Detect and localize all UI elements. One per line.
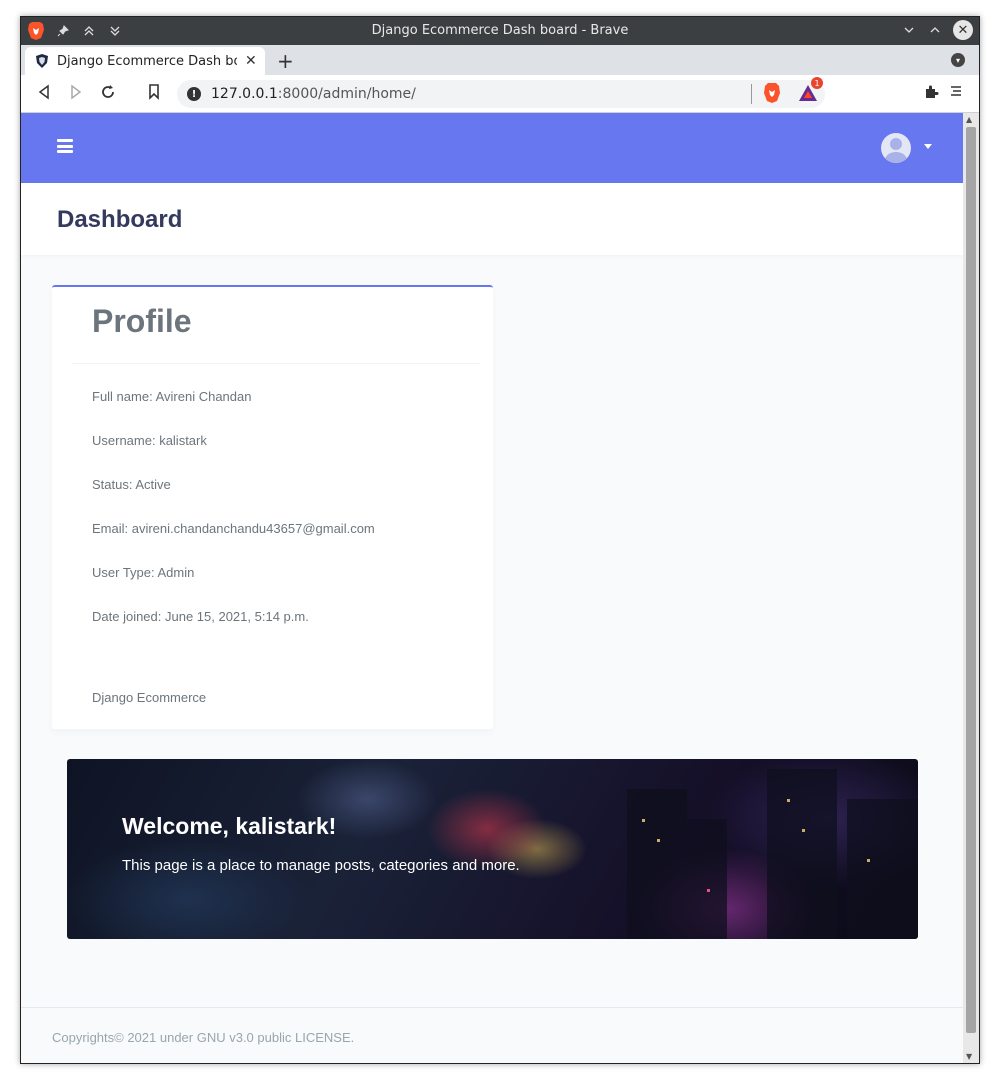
hero-building (767, 769, 837, 939)
address-bar[interactable]: ! 127.0.0.1:8000/admin/home/ (177, 80, 825, 108)
hero-building (627, 789, 687, 939)
welcome-heading: Welcome, kalistark! (122, 813, 337, 839)
hero-window-light (707, 889, 710, 892)
url-path: :8000/admin/home/ (277, 86, 416, 102)
hero-building (687, 819, 727, 939)
browser-window: Django Ecommerce Dash board - Brave ✕ Dj… (20, 16, 980, 1064)
hero-window-light (787, 799, 790, 802)
scroll-thumb[interactable] (966, 127, 976, 1033)
page-title: Dashboard (57, 206, 183, 233)
profile-card-footer: Django Ecommerce (92, 690, 207, 705)
page-viewport: Dashboard Profile Full name: Avireni Cha… (21, 113, 963, 1063)
tab-strip: Django Ecommerce Dash board ✕ + ▾ (21, 45, 979, 75)
bookmark-icon[interactable] (148, 84, 160, 104)
copyright-text: Copyrights© 2021 under GNU v3.0 public L… (52, 1030, 355, 1045)
profile-status: Status: Active (92, 477, 171, 492)
hamburger-icon[interactable] (57, 139, 73, 153)
scroll-down-icon[interactable]: ▼ (966, 1052, 972, 1061)
tab-close-icon[interactable]: ✕ (245, 53, 257, 69)
forward-icon[interactable] (69, 84, 83, 104)
window-title: Django Ecommerce Dash board - Brave (371, 23, 629, 38)
shield-favicon-icon (36, 54, 48, 68)
toolbar-separator (751, 84, 752, 104)
profile-card: Profile Full name: Avireni Chandan Usern… (52, 285, 493, 729)
welcome-text: This page is a place to manage posts, ca… (122, 857, 520, 874)
site-info-icon[interactable]: ! (187, 87, 201, 101)
hero-building (847, 799, 918, 939)
profile-date-joined: Date joined: June 15, 2021, 5:14 p.m. (92, 609, 309, 624)
section-header: Dashboard (21, 183, 963, 255)
profile-title: Profile (92, 303, 192, 339)
url-host: 127.0.0.1 (211, 86, 278, 102)
brave-shield-icon[interactable] (763, 82, 781, 104)
profile-full-name: Full name: Avireni Chandan (92, 389, 252, 404)
new-tab-button[interactable]: + (277, 49, 294, 73)
browser-toolbar: ! 127.0.0.1:8000/admin/home/ 1 (21, 75, 979, 113)
caret-down-icon[interactable] (924, 144, 932, 149)
title-bar-right: ✕ (901, 20, 973, 40)
maximize-icon[interactable] (927, 20, 943, 40)
top-navbar (21, 113, 963, 183)
minimize-icon[interactable] (901, 20, 917, 40)
menu-icon[interactable] (949, 83, 963, 102)
hero-window-light (642, 819, 645, 822)
page-scrollbar[interactable]: ▲ ▼ (963, 113, 979, 1063)
profile-divider (72, 363, 480, 364)
page-footer: Copyrights© 2021 under GNU v3.0 public L… (21, 1007, 963, 1063)
scroll-up-icon[interactable]: ▲ (966, 115, 972, 124)
welcome-hero: Welcome, kalistark! This page is a place… (67, 759, 918, 939)
hero-window-light (657, 839, 660, 842)
user-avatar-icon[interactable] (881, 133, 911, 163)
hero-window-light (867, 859, 870, 862)
tab-title: Django Ecommerce Dash board (57, 53, 237, 69)
reload-icon[interactable] (100, 84, 116, 104)
close-window-icon[interactable]: ✕ (953, 20, 973, 40)
extensions-icon[interactable] (923, 84, 939, 104)
profile-user-type: User Type: Admin (92, 565, 195, 580)
rewards-badge: 1 (811, 77, 823, 89)
browser-tab[interactable]: Django Ecommerce Dash board ✕ (25, 47, 265, 75)
title-bar: Django Ecommerce Dash board - Brave ✕ (21, 17, 979, 45)
profile-email: Email: avireni.chandanchandu43657@gmail.… (92, 521, 375, 536)
hero-window-light (802, 829, 805, 832)
profile-username: Username: kalistark (92, 433, 207, 448)
back-icon[interactable] (37, 84, 51, 104)
tab-search-icon[interactable]: ▾ (951, 53, 965, 67)
